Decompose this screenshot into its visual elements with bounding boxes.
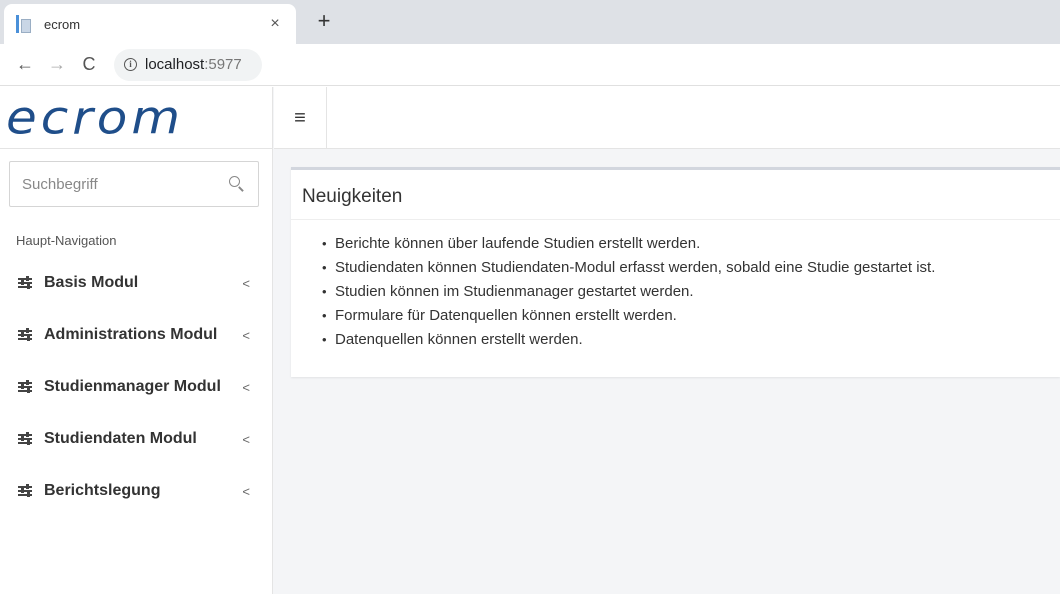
ecrom-logo[interactable]: ecrom	[6, 94, 184, 141]
chevron-left-icon: <	[242, 431, 250, 447]
url-field[interactable]: i localhost:5977	[114, 48, 262, 81]
sidebar-item-berichtslegung[interactable]: Berichtslegung <	[0, 465, 272, 517]
news-item: Studien können im Studienmanager gestart…	[322, 280, 1060, 304]
logo-area[interactable]: ecrom	[0, 87, 272, 149]
news-item: Berichte können über laufende Studien er…	[322, 232, 1060, 256]
news-list: Berichte können über laufende Studien er…	[322, 232, 1060, 352]
sidebar-search	[9, 161, 259, 207]
search-icon[interactable]	[228, 175, 246, 193]
browser-tab[interactable]: ecrom ×	[4, 4, 296, 44]
news-card-body: Berichte können über laufende Studien er…	[291, 220, 1060, 352]
tab-title: ecrom	[44, 16, 81, 32]
news-item: Studiendaten können Studiendaten-Modul e…	[322, 256, 1060, 280]
chevron-left-icon: <	[242, 327, 250, 343]
browser-address-bar: ← → C i localhost:5977	[0, 44, 1060, 86]
sidebar-item-label: Studienmanager Modul	[44, 378, 221, 395]
hamburger-icon: ≡	[294, 106, 306, 129]
reload-icon[interactable]: C	[76, 54, 102, 75]
sidebar-item-label: Administrations Modul	[44, 326, 218, 343]
sidebar: ecrom Haupt-Navigation Basis Modul < Adm…	[0, 87, 273, 594]
url-host: localhost	[145, 56, 205, 73]
top-navbar: ≡	[274, 87, 1060, 149]
news-card: Neuigkeiten Berichte können über laufend…	[291, 167, 1060, 377]
url-port: :5977	[204, 56, 242, 73]
new-tab-button[interactable]: +	[312, 8, 336, 34]
nav-header: Haupt-Navigation	[16, 233, 117, 248]
chevron-left-icon: <	[242, 379, 250, 395]
sidebar-toggle-button[interactable]: ≡	[274, 87, 327, 148]
sidebar-item-label: Studiendaten Modul	[44, 430, 197, 447]
sidebar-item-administrations-modul[interactable]: Administrations Modul <	[0, 309, 272, 361]
news-item: Formulare für Datenquellen können erstel…	[322, 304, 1060, 328]
news-title: Neuigkeiten	[302, 186, 403, 207]
sliders-icon	[18, 432, 34, 446]
news-item: Datenquellen können erstellt werden.	[322, 328, 1060, 352]
tab-close-icon[interactable]: ×	[266, 15, 284, 33]
sidebar-item-label: Basis Modul	[44, 274, 139, 291]
chevron-left-icon: <	[242, 483, 250, 499]
sidebar-item-label: Berichtslegung	[44, 482, 161, 499]
info-icon[interactable]: i	[124, 58, 137, 71]
sliders-icon	[18, 380, 34, 394]
back-arrow-icon[interactable]: ←	[12, 54, 38, 75]
app-root: ecrom Haupt-Navigation Basis Modul < Adm…	[0, 87, 1060, 594]
sidebar-item-basis-modul[interactable]: Basis Modul <	[0, 257, 272, 309]
search-input[interactable]	[22, 175, 228, 193]
sliders-icon	[18, 484, 34, 498]
sidebar-item-studiendaten-modul[interactable]: Studiendaten Modul <	[0, 413, 272, 465]
sliders-icon	[18, 276, 34, 290]
chevron-left-icon: <	[242, 275, 250, 291]
news-card-header: Neuigkeiten	[291, 170, 1060, 220]
sliders-icon	[18, 328, 34, 342]
forward-arrow-icon[interactable]: →	[44, 54, 70, 75]
page-favicon-icon	[16, 15, 32, 33]
sidebar-item-studienmanager-modul[interactable]: Studienmanager Modul <	[0, 361, 272, 413]
browser-tab-bar: ecrom × +	[0, 0, 1060, 44]
